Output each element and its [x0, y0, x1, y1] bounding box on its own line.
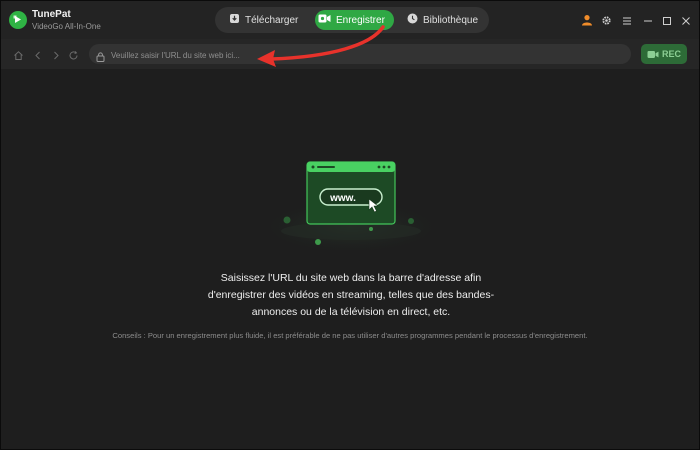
instruction-message: Saisissez l'URL du site web dans la barr…	[151, 270, 551, 321]
maximize-icon[interactable]	[662, 13, 672, 27]
lock-icon	[96, 49, 105, 67]
www-text: www.	[329, 193, 356, 204]
gear-icon[interactable]	[601, 13, 612, 27]
app-window: TunePat VideoGo All-In-One Télécharger E…	[0, 0, 700, 450]
camera-icon	[647, 50, 659, 58]
tab-bibliotheque-label: Bibliothèque	[423, 14, 479, 26]
main-content: www. Saisissez l'URL du site web dans la…	[1, 69, 699, 449]
refresh-icon[interactable]	[68, 48, 79, 66]
rec-button-label: REC	[661, 49, 681, 59]
tip-text: Conseils : Pour un enregistrement plus f…	[112, 331, 588, 340]
tab-bibliotheque[interactable]: Bibliothèque	[405, 10, 489, 30]
close-icon[interactable]	[681, 13, 691, 27]
rec-button[interactable]: REC	[641, 44, 687, 64]
annotation-arrow	[257, 25, 385, 67]
app-name: TunePat	[32, 9, 71, 20]
app-subtitle: VideoGo All-In-One	[32, 22, 101, 31]
browser-illustration: www.	[256, 161, 446, 255]
instruction-line-2: d'enregistrer des vidéos en streaming, t…	[207, 289, 495, 301]
home-icon[interactable]	[13, 48, 24, 66]
instruction-line-3: annonces ou de la télévision en direct, …	[251, 306, 451, 318]
tunepat-logo-icon	[9, 11, 27, 29]
library-icon	[407, 13, 418, 27]
user-icon[interactable]	[581, 13, 593, 27]
menu-icon[interactable]	[622, 13, 632, 27]
instruction-line-1: Saisissez l'URL du site web dans la barr…	[220, 272, 482, 284]
back-icon[interactable]	[33, 48, 43, 66]
forward-icon[interactable]	[51, 48, 61, 66]
minimize-icon[interactable]	[643, 13, 653, 27]
download-icon	[229, 13, 240, 27]
